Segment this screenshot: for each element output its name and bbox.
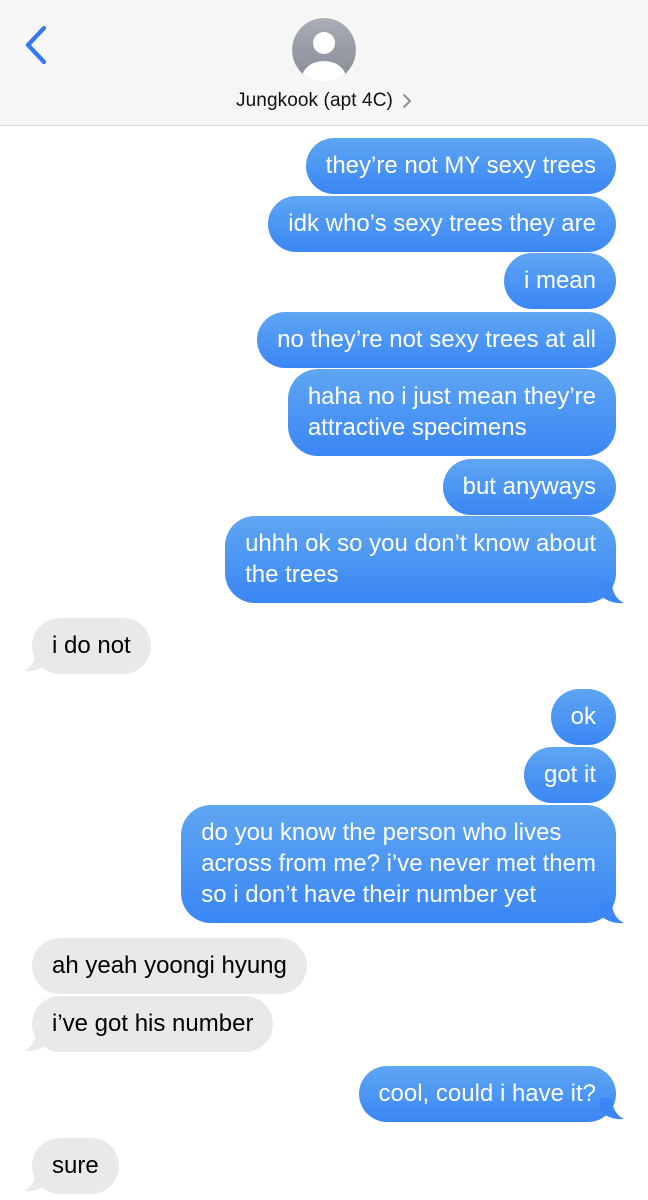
message-bubble-sent[interactable]: i mean — [503, 253, 616, 309]
message-text-line: uhhh ok so you don’t know about — [245, 530, 596, 557]
message-bubble-sent[interactable]: ok — [550, 689, 616, 745]
contact-avatar[interactable] — [292, 18, 356, 82]
message-text-line: so i don’t have their number yet — [201, 881, 537, 908]
chevron-left-icon — [25, 25, 47, 65]
message-text-line: the trees — [245, 561, 339, 588]
message-text: they’re not MY sexy trees — [325, 152, 596, 179]
message-bubble-sent[interactable]: but anyways — [442, 459, 616, 515]
message-bubble-received[interactable]: i’ve got his number — [32, 996, 274, 1052]
message-text: ah yeah yoongi hyung — [52, 952, 287, 979]
bubble-tail — [24, 1030, 48, 1052]
message-bubble-sent[interactable]: do you know the person who lives across … — [181, 805, 616, 923]
message-text-line: do you know the person who lives — [201, 819, 562, 846]
message-bubble-received[interactable]: i do not — [32, 618, 151, 674]
message-text-line: across from me? i’ve never met them — [201, 850, 596, 877]
message-bubble-received[interactable]: ah yeah yoongi hyung — [32, 938, 307, 994]
message-text: got it — [543, 761, 596, 788]
bubble-tail — [600, 1098, 624, 1120]
message-text: but anyways — [462, 473, 596, 500]
message-text: sure — [52, 1152, 99, 1179]
person-icon — [292, 18, 356, 82]
conversation-header: Jungkook (apt 4C) — [0, 0, 648, 126]
message-text: no they’re not sexy trees at all — [277, 326, 596, 353]
message-bubble-sent[interactable]: got it — [523, 747, 616, 803]
message-text: i’ve got his number — [52, 1010, 254, 1037]
message-text: ok — [570, 703, 596, 730]
contact-name: Jungkook (apt 4C) — [236, 90, 393, 111]
message-bubble-sent[interactable]: no they’re not sexy trees at all — [257, 312, 616, 368]
message-bubble-sent[interactable]: cool, could i have it? — [358, 1066, 616, 1122]
message-bubble-sent[interactable]: uhhh ok so you don’t know about the tree… — [225, 516, 616, 603]
contact-details-link[interactable]: Jungkook (apt 4C) — [0, 86, 648, 116]
message-text: i mean — [523, 267, 596, 294]
message-text: idk who’s sexy trees they are — [288, 210, 596, 237]
message-text-line: haha no i just mean they’re — [307, 383, 596, 410]
message-bubble-sent[interactable]: they’re not MY sexy trees — [305, 138, 616, 194]
back-button[interactable] — [14, 20, 58, 70]
message-bubble-sent[interactable]: idk who’s sexy trees they are — [268, 196, 616, 252]
bubble-tail — [24, 650, 48, 672]
bubble-tail — [600, 902, 624, 924]
bubble-tail — [600, 582, 624, 604]
chevron-right-icon — [402, 93, 412, 109]
message-text: cool, could i have it? — [378, 1080, 596, 1107]
bubble-tail — [24, 1170, 48, 1192]
message-text: i do not — [52, 632, 131, 659]
message-bubble-sent[interactable]: haha no i just mean they’re attractive s… — [287, 369, 616, 456]
message-text-line: attractive specimens — [307, 414, 527, 441]
